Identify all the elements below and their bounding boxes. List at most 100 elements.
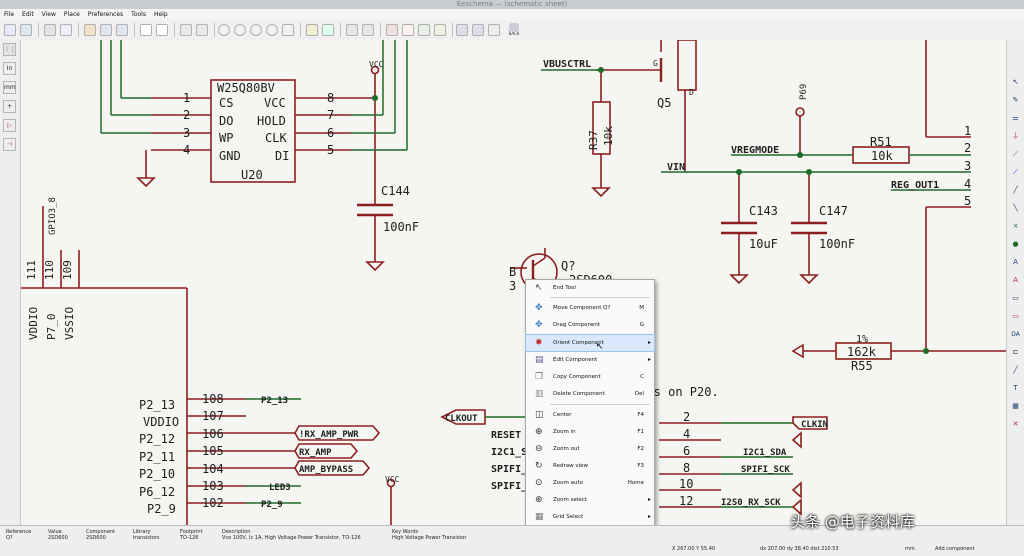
sheet-pin-icon[interactable]: ⊏ [1009,346,1022,359]
zoom-redraw-icon[interactable] [250,24,262,36]
menu-item-zoom-out[interactable]: ⊖ Zoom out F2 [526,441,654,457]
submenu-arrow-icon: ▸ [647,513,651,520]
menu-item-grid-select[interactable]: ▦ Grid Select ▸ [526,509,654,525]
units-inch-button[interactable]: In [3,62,16,75]
wire-entry-icon[interactable]: ╱ [1009,184,1022,197]
library-editor-icon[interactable] [346,24,358,36]
back-button[interactable]: BACK [506,23,522,38]
hidden-pins-icon[interactable]: ▷ [3,119,16,132]
menu-item-edit-component[interactable]: ▤ Edit Component ▸ [526,352,654,368]
no-connect-icon[interactable]: × [1009,220,1022,233]
find-icon[interactable] [140,24,152,36]
net-label: RX_AMP [299,448,332,458]
u20-pin-wp: WP [219,131,233,145]
net-label-icon[interactable]: A [1009,256,1022,269]
menu-item-drag-component[interactable]: ✥ Drag Component G [526,317,654,333]
bus-entry-icon[interactable]: ╲ [1009,202,1022,215]
wire-icon[interactable]: ⟋ [1009,148,1022,161]
plot-icon[interactable] [196,24,208,36]
menu-place[interactable]: Place [60,9,84,20]
menu-item-move-component-q[interactable]: ✥ Move Component Q? M [526,300,654,316]
u20-pin-cs: CS [219,96,233,110]
cursor-shape-icon[interactable]: + [3,100,16,113]
menu-item-label: Drag Component [553,322,601,328]
schematic-canvas[interactable]: W25Q80BV U20 CS DO WP GND VCC HOLD CLK D… [21,40,1006,525]
hierarchy-icon[interactable] [306,24,318,36]
menu-item-center[interactable]: ◫ Center F4 [526,407,654,423]
pcbnew-icon[interactable] [472,24,484,36]
cvpcb-icon[interactable] [456,24,468,36]
leave-sheet-icon[interactable] [322,24,334,36]
menu-item-end-tool[interactable]: ↖ End Tool [526,280,654,296]
menu-item-redraw-view[interactable]: ↻ Redraw view F3 [526,458,654,474]
status-value: High Voltage Power Transistor [392,535,467,541]
netlist-icon[interactable] [418,24,430,36]
new-icon[interactable] [4,24,16,36]
net-label: !RX_AMP_PWR [299,430,359,440]
hier-sheet-icon[interactable]: ▭ [1009,310,1022,323]
menu-item-copy-component[interactable]: ❐ Copy Component C [526,369,654,385]
annotate-icon[interactable] [386,24,398,36]
units-mm-button[interactable]: mm [3,81,16,94]
status-cell: Component 2SD600 [86,529,115,541]
hier-label-icon[interactable]: ▭ [1009,292,1022,305]
mcu-pin-num: 106 [202,427,224,441]
u20-pin-num: 5 [327,143,334,157]
menu-help[interactable]: Help [150,9,172,20]
menu-view[interactable]: View [38,9,60,20]
image-icon[interactable]: ▦ [1009,400,1022,413]
select-icon[interactable]: ↖ [1009,76,1022,89]
right-pin-num: 8 [683,461,690,475]
page-settings-icon[interactable] [60,24,72,36]
junction-icon[interactable]: ● [1009,238,1022,251]
delete-icon[interactable]: ✕ [1009,418,1022,431]
left-pin-num: 109 [61,260,74,280]
global-label-icon[interactable]: A [1009,274,1022,287]
undo-icon[interactable] [100,24,112,36]
component-icon[interactable]: ⚌ [1009,112,1022,125]
menu-item-delete-component[interactable]: ▥ Delete Component Del [526,386,654,402]
r51-value: 10k [871,149,893,163]
mcu-pin-name: P2_10 [139,467,175,481]
submenu-arrow-icon: ▸ [647,356,651,363]
erc-icon[interactable] [402,24,414,36]
power-icon[interactable]: ⏚ [1009,130,1022,143]
mcu-pin-num: 107 [202,409,224,423]
zoom-select-icon[interactable] [282,24,294,36]
bus-icon[interactable]: ⟋ [1009,166,1022,179]
menu-item-zoom-in[interactable]: ⊕ Zoom in F1 [526,424,654,440]
menu-item-orient-component[interactable]: ✸ Orient Component ▸ [525,334,655,352]
grid-toggle-icon[interactable]: ⋮⋮ [3,43,16,56]
paste-icon[interactable] [84,24,96,36]
library-browser-icon[interactable] [362,24,374,36]
menu-item-shortcut: Del [634,391,644,397]
menu-item-zoom-auto[interactable]: ⊙ Zoom auto Home [526,475,654,491]
menu-item-shortcut: F4 [637,412,644,418]
bus-entry-icon[interactable]: ⊣ [3,138,16,151]
q-ref: Q? [561,259,575,273]
bom-icon[interactable] [434,24,446,36]
text-icon[interactable]: T [1009,382,1022,395]
menu-item-zoom-select[interactable]: ⊕ Zoom select ▸ [526,492,654,508]
line-icon[interactable]: ╱ [1009,364,1022,377]
print-icon[interactable] [180,24,192,36]
highlight-net-icon[interactable]: ✎ [1009,94,1022,107]
menu-tools[interactable]: Tools [127,9,150,20]
menu-edit[interactable]: Edit [18,9,38,20]
right-pin-num: 12 [679,494,693,508]
zoom-out-icon[interactable] [234,24,246,36]
open-icon[interactable] [20,24,32,36]
move-icon: ✥ [535,303,543,313]
replace-icon[interactable] [156,24,168,36]
menu-preferences[interactable]: Preferences [84,9,127,20]
net-label: SPIFI_SCK [741,465,790,475]
u20-pin-num: 1 [183,91,190,105]
save-icon[interactable] [44,24,56,36]
import-pin-icon[interactable]: DA [1009,328,1022,341]
redo-icon[interactable] [116,24,128,36]
zoom-in-icon[interactable] [218,24,230,36]
menu-file[interactable]: File [0,9,18,20]
status-cell: Reference Q? [6,529,31,541]
import-footprint-icon[interactable] [488,24,500,36]
zoom-fit-icon[interactable] [266,24,278,36]
